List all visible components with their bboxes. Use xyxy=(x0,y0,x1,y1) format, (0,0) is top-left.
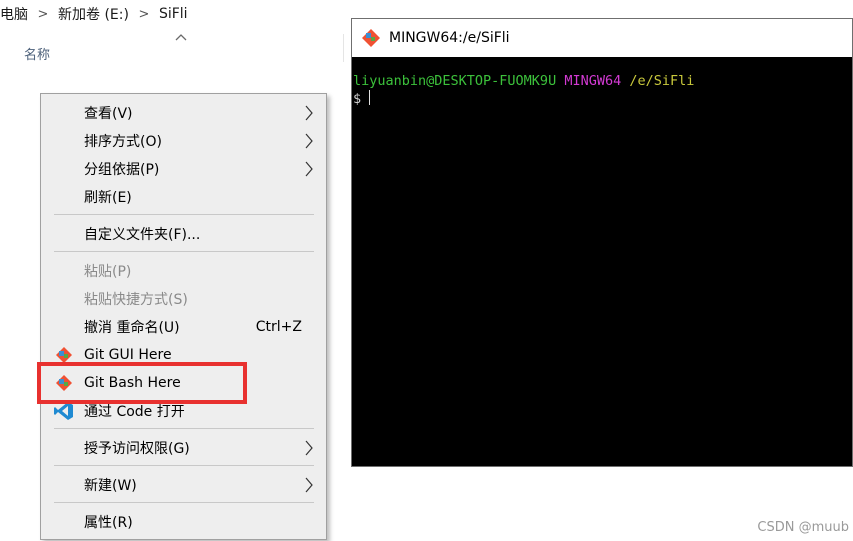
menu-item-label: 刷新(E) xyxy=(84,189,132,206)
terminal-title: MINGW64:/e/SiFli xyxy=(389,30,510,46)
menu-item-undo-rename[interactable]: 撤消 重命名(U) Ctrl+Z xyxy=(41,313,326,340)
menu-item-label: 属性(R) xyxy=(84,514,133,531)
watermark: CSDN @muub xyxy=(757,520,849,535)
chevron-right-icon xyxy=(304,477,314,493)
menu-item-label: 授予访问权限(G) xyxy=(84,440,190,457)
menu-item-label: 分组依据(P) xyxy=(84,161,160,178)
menu-item-grant-access[interactable]: 授予访问权限(G) xyxy=(41,434,326,461)
prompt-user: liyuanbin@DESKTOP-FUOMK9U xyxy=(353,73,557,89)
menu-separator xyxy=(54,502,314,503)
menu-item-label: 查看(V) xyxy=(84,105,133,122)
terminal-window[interactable]: MINGW64:/e/SiFli liyuanbin@DESKTOP-FUOMK… xyxy=(351,18,853,467)
menu-item-new[interactable]: 新建(W) xyxy=(41,471,326,498)
context-menu: 查看(V) 排序方式(O) 分组依据(P) 刷新(E) 自定义文件夹(F)...… xyxy=(40,93,327,540)
menu-item-shortcut: Ctrl+Z xyxy=(255,318,302,335)
chevron-right-icon xyxy=(304,133,314,149)
breadcrumb-item-pc[interactable]: 电脑 xyxy=(0,4,30,24)
menu-item-label: Git GUI Here xyxy=(84,346,172,363)
menu-item-sort[interactable]: 排序方式(O) xyxy=(41,127,326,154)
chevron-up-icon xyxy=(174,32,188,42)
chevron-right-icon xyxy=(304,161,314,177)
highlight-annotation xyxy=(37,362,247,404)
breadcrumb-separator: > xyxy=(138,6,150,22)
menu-item-refresh[interactable]: 刷新(E) xyxy=(41,183,326,210)
column-divider xyxy=(343,34,344,62)
terminal-output[interactable]: liyuanbin@DESKTOP-FUOMK9U MINGW64 /e/SiF… xyxy=(353,72,843,108)
menu-item-label: 自定义文件夹(F)... xyxy=(84,226,201,243)
prompt-symbol: $ xyxy=(353,91,362,107)
vscode-icon xyxy=(53,401,75,421)
text-cursor xyxy=(369,90,371,105)
menu-item-label: 撤消 重命名(U) xyxy=(84,319,180,336)
terminal-titlebar[interactable]: MINGW64:/e/SiFli xyxy=(352,19,852,57)
menu-separator xyxy=(54,465,314,466)
git-icon xyxy=(360,27,382,49)
menu-item-customize-folder[interactable]: 自定义文件夹(F)... xyxy=(41,220,326,247)
menu-item-paste-shortcut[interactable]: 粘贴快捷方式(S) xyxy=(41,285,326,312)
breadcrumb-item-folder[interactable]: SiFli xyxy=(157,6,190,22)
menu-item-label: 粘贴(P) xyxy=(84,263,132,280)
chevron-right-icon xyxy=(304,105,314,121)
breadcrumb-separator: > xyxy=(37,6,49,22)
menu-item-group[interactable]: 分组依据(P) xyxy=(41,155,326,182)
chevron-right-icon xyxy=(304,440,314,456)
menu-separator xyxy=(54,428,314,429)
menu-separator xyxy=(54,251,314,252)
menu-item-paste[interactable]: 粘贴(P) xyxy=(41,257,326,284)
menu-item-label: 新建(W) xyxy=(84,477,137,494)
breadcrumb-item-drive[interactable]: 新加卷 (E:) xyxy=(56,4,131,24)
menu-item-label: 排序方式(O) xyxy=(84,133,162,150)
menu-item-view[interactable]: 查看(V) xyxy=(41,99,326,126)
column-header-name[interactable]: 名称 xyxy=(24,44,50,63)
menu-separator xyxy=(54,214,314,215)
menu-item-properties[interactable]: 属性(R) xyxy=(41,508,326,535)
prompt-env: MINGW64 xyxy=(564,73,622,89)
menu-item-label: 粘贴快捷方式(S) xyxy=(84,291,188,308)
prompt-path: /e/SiFli xyxy=(629,73,695,89)
